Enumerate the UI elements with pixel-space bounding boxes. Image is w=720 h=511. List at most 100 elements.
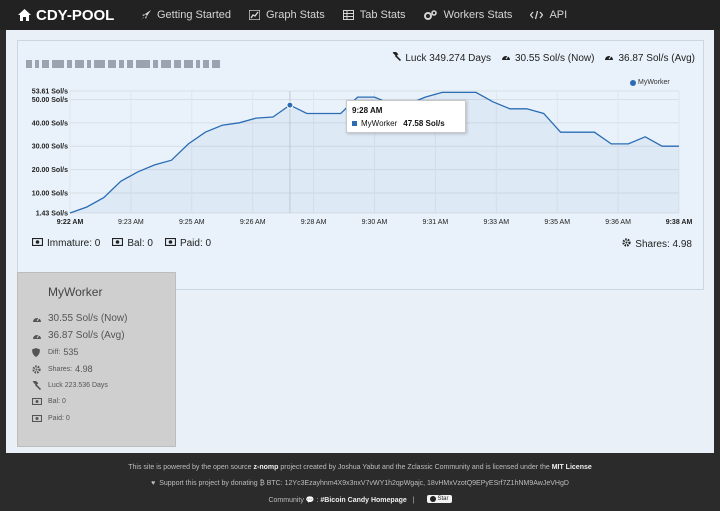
top-stats: Luck 349.274 Days 30.55 Sol/s (Now) 36.8…: [382, 50, 695, 64]
hashrate-now-stat: 30.55 Sol/s (Now): [501, 52, 594, 64]
money-icon: [164, 237, 177, 249]
tachometer-icon: [32, 315, 42, 323]
immature-stat: Immature: 0: [31, 237, 101, 249]
footer-license-line: This site is powered by the open source …: [0, 464, 720, 471]
immature-value: Immature: 0: [47, 238, 101, 249]
bal-value: Bal: 0: [127, 238, 153, 249]
nav-graph-stats-label: Graph Stats: [266, 9, 325, 21]
tachometer-icon: [604, 53, 614, 64]
gavel-icon: [32, 381, 41, 390]
gear-icon: [622, 238, 631, 250]
stats-panel: Luck 349.274 Days 30.55 Sol/s (Now) 36.8…: [17, 40, 704, 290]
footer-donate-line: ♥ Support this project by donating ₿ BTC:…: [0, 480, 720, 487]
nav-workers-stats[interactable]: Workers Stats: [423, 9, 512, 21]
worker-diff-label: Diff:: [48, 348, 61, 356]
gear-icon: [32, 364, 41, 374]
y-tick-label: 40.00 Sol/s: [32, 120, 68, 127]
x-tick-label: 9:33 AM: [483, 219, 509, 226]
luck-value: Luck 349.274 Days: [405, 52, 491, 64]
money-icon: [112, 237, 124, 249]
star-label: Star: [437, 496, 449, 502]
y-tick-label: 30.00 Sol/s: [32, 144, 68, 151]
comment-icon: 💬: [305, 497, 315, 504]
nav-tab-stats-label: Tab Stats: [359, 9, 406, 21]
community-label: Community: [268, 497, 304, 504]
mit-license-link[interactable]: MIT License: [552, 464, 592, 471]
chart-tooltip: 9:28 AM MyWorker 47.58 Sol/s: [346, 100, 466, 133]
x-tick-label: 9:35 AM: [544, 219, 570, 226]
tooltip-series: MyWorker: [361, 119, 398, 128]
znomp-link[interactable]: z-nomp: [254, 464, 279, 471]
worker-luck-label: Luck 223.536 Days: [48, 382, 108, 389]
worker-shares: Shares: 4.98: [32, 364, 93, 374]
footer-text: This site is powered by the open source: [128, 464, 254, 471]
x-tick-label: 9:36 AM: [605, 219, 631, 226]
bottom-stats: Immature: 0 Bal: 0 Paid: 0: [31, 237, 223, 249]
worker-hashrate-now-label: 30.55 Sol/s (Now): [48, 313, 128, 324]
code-icon: [530, 10, 544, 21]
paid-stat: Paid: 0: [164, 237, 212, 249]
github-icon: [429, 496, 436, 502]
rocket-icon: [140, 10, 151, 21]
navbar: CDY-POOL Getting Started Graph Stats Tab…: [0, 0, 720, 30]
money-icon: [31, 237, 44, 249]
footer-community-line: Community 💬 : #Bicoin Candy Homepage | S…: [0, 495, 720, 504]
bal-stat: Bal: 0: [112, 237, 153, 249]
footer-text: project created by Joshua Yabut and the …: [278, 464, 552, 471]
tooltip-value: 47.58 Sol/s: [403, 119, 445, 128]
github-star-button[interactable]: Star: [426, 495, 452, 503]
worker-shares-label: Shares:: [48, 365, 73, 373]
worker-bal: Bal: 0: [32, 398, 66, 405]
brand-title: CDY-POOL: [36, 6, 115, 24]
worker-diff-value: 535: [63, 347, 79, 357]
donate-text: Support this project by donating ₿ BTC: …: [159, 480, 569, 487]
x-tick-label: 9:31 AM: [423, 219, 449, 226]
heart-icon: ♥: [151, 480, 156, 487]
y-tick-label: 10.00 Sol/s: [32, 190, 68, 197]
nav-api-label: API: [549, 9, 568, 21]
separator: |: [412, 497, 415, 504]
tooltip-time: 9:28 AM: [352, 106, 383, 115]
x-tick-label: 9:28 AM: [301, 219, 327, 226]
nav-tab-stats[interactable]: Tab Stats: [342, 9, 406, 21]
gavel-icon: [392, 50, 402, 64]
worker-paid-label: Paid: 0: [48, 415, 70, 422]
worker-luck: Luck 223.536 Days: [32, 381, 108, 390]
main-content: Luck 349.274 Days 30.55 Sol/s (Now) 36.8…: [6, 30, 714, 453]
table-icon: [342, 10, 354, 21]
nav-getting-started-label: Getting Started: [157, 9, 231, 21]
worker-diff: Diff: 535: [32, 347, 79, 357]
money-icon: [32, 415, 42, 422]
brand[interactable]: CDY-POOL: [0, 7, 128, 24]
tooltip-series-swatch: [352, 121, 357, 126]
paid-value: Paid: 0: [179, 238, 212, 249]
hashrate-avg-stat: 36.87 Sol/s (Avg): [604, 52, 695, 64]
worker-hashrate-avg: 36.87 Sol/s (Avg): [33, 330, 125, 341]
hashrate-now-value: 30.55 Sol/s (Now): [514, 52, 595, 64]
nav-graph-stats[interactable]: Graph Stats: [249, 9, 325, 21]
y-tick-label: 53.61 Sol/s: [32, 89, 68, 96]
worker-bal-label: Bal: 0: [48, 398, 66, 405]
footer: This site is powered by the open source …: [0, 453, 720, 511]
x-tick-label: 9:22 AM: [57, 219, 84, 226]
x-tick-label: 9:26 AM: [240, 219, 266, 226]
shares-stat: Shares: 4.98: [622, 238, 692, 250]
tooltip-row: MyWorker 47.58 Sol/s: [352, 119, 445, 128]
y-tick-label: 50.00 Sol/s: [32, 97, 68, 104]
home-icon: [18, 9, 31, 21]
x-tick-label: 9:23 AM: [118, 219, 144, 226]
homepage-link[interactable]: #Bicoin Candy Homepage: [320, 497, 406, 504]
nav-api[interactable]: API: [530, 9, 567, 21]
shares-value: Shares: 4.98: [635, 238, 692, 250]
chart-icon: [249, 10, 260, 21]
y-tick-label: 1.43 Sol/s: [36, 211, 68, 218]
tachometer-icon: [32, 332, 42, 340]
x-tick-label: 9:38 AM: [666, 219, 693, 226]
worker-hashrate-now: 30.55 Sol/s (Now): [33, 313, 128, 324]
data-point-highlight: [286, 101, 294, 109]
pool-address-redacted: [26, 55, 254, 69]
worker-hashrate-avg-label: 36.87 Sol/s (Avg): [48, 330, 125, 341]
x-tick-label: 9:25 AM: [179, 219, 205, 226]
nav-getting-started[interactable]: Getting Started: [140, 9, 231, 21]
y-tick-label: 20.00 Sol/s: [32, 167, 68, 174]
